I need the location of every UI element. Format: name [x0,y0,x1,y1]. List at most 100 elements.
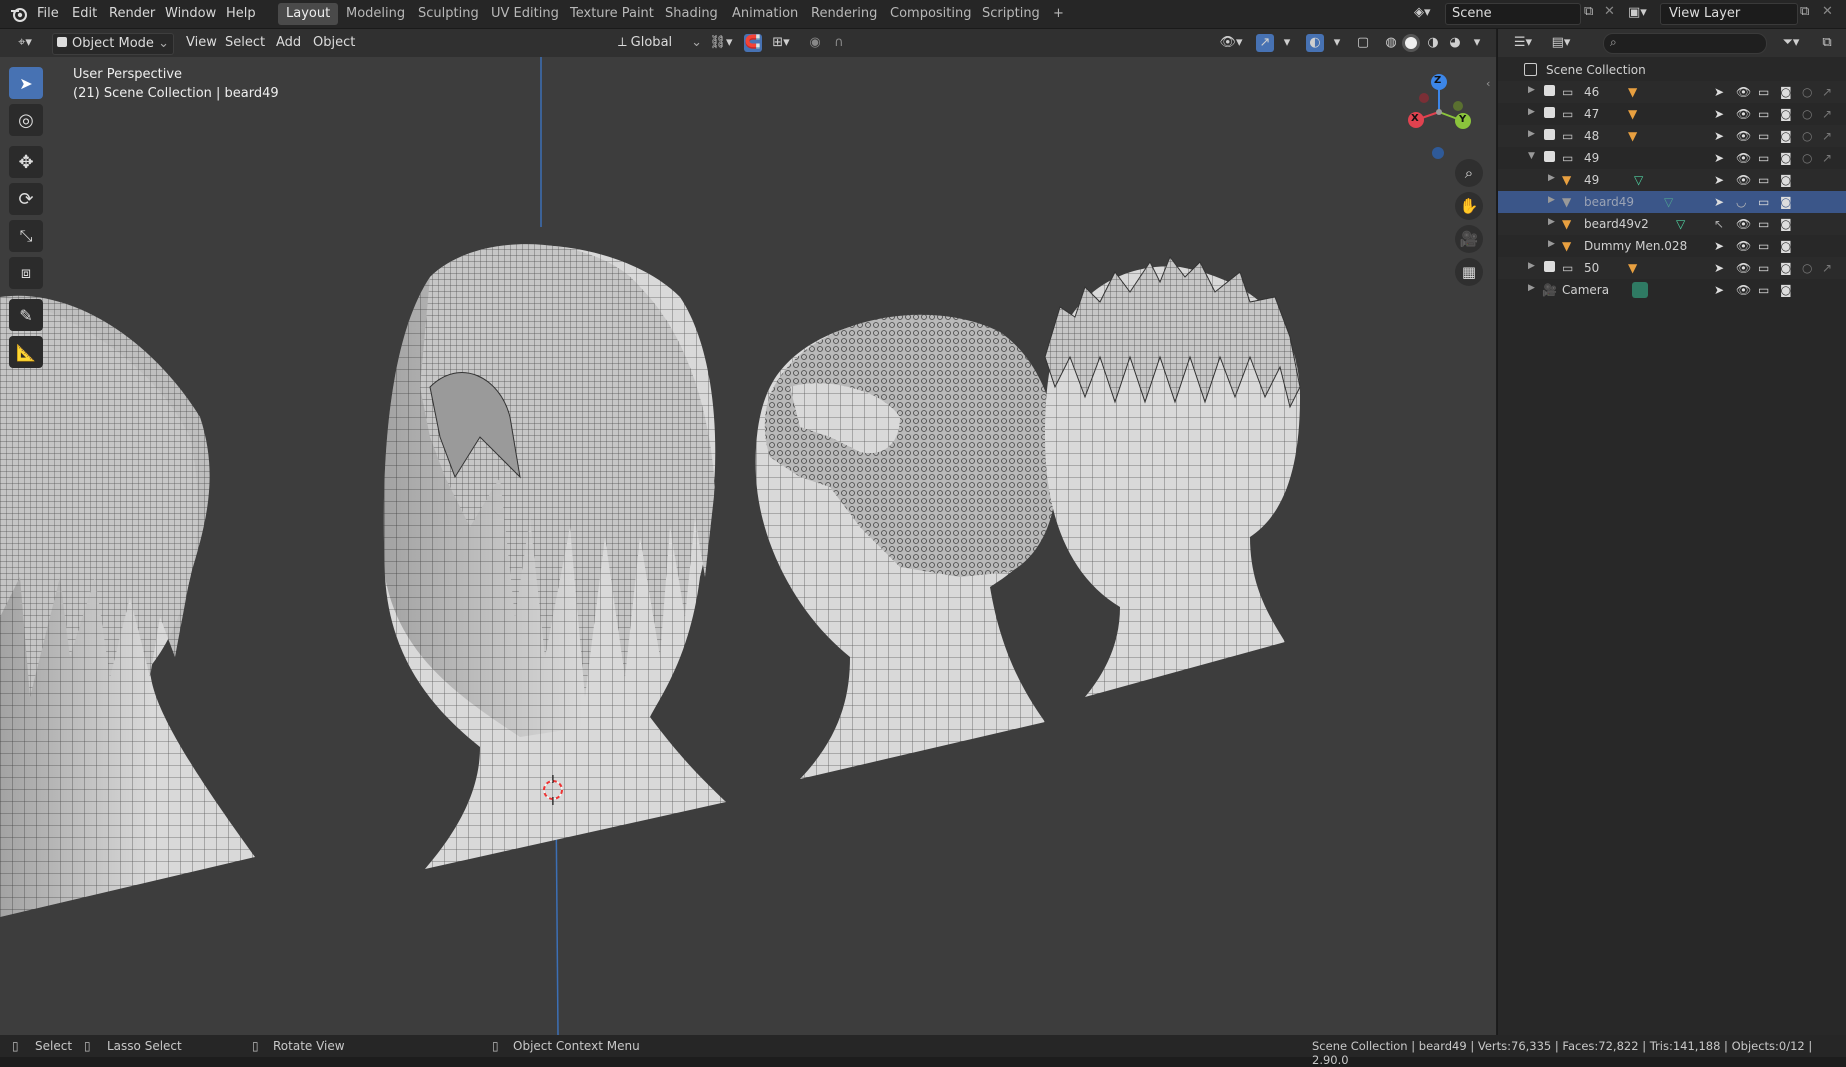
falloff-icon[interactable]: ∩ [830,34,848,52]
menu-view[interactable]: View [180,33,223,53]
pivot-point-icon[interactable]: ⛓▾ [706,34,736,52]
checkbox-icon[interactable] [1544,151,1555,162]
tool-measure[interactable]: 📐 [9,336,43,368]
shading-wireframe-icon[interactable]: ◍ [1382,34,1400,52]
camera-view-icon[interactable]: 🎥 [1455,225,1483,253]
tab-rendering[interactable]: Rendering [803,3,885,25]
checkbox-icon[interactable] [1544,261,1555,272]
render-toggle-icon[interactable]: ◙ [1780,173,1792,187]
tool-move[interactable]: ✥ [9,146,43,178]
overlays-toggle-icon[interactable]: ◐ [1306,34,1324,52]
outliner-row-beard49v2[interactable]: ▶ ▼ beard49v2 ▽ ↖ 👁 ▭ ◙ [1498,213,1846,235]
editor-type-icon[interactable]: ⌖▾ [10,34,40,52]
expand-arrow-icon[interactable]: ▶ [1548,195,1555,205]
scene-type-icon[interactable]: ◈▾ [1414,5,1440,23]
selectable-icon[interactable]: ➤ [1714,85,1724,99]
eye-icon[interactable]: 👁 [1736,239,1751,253]
tab-uv-editing[interactable]: UV Editing [483,3,567,25]
tool-transform[interactable]: ⧈ [9,257,43,289]
gizmo-toggle-icon[interactable]: ↗ [1256,34,1274,52]
tab-layout[interactable]: Layout [278,3,339,25]
menu-edit[interactable]: Edit [72,6,97,21]
menu-window[interactable]: Window [165,6,216,21]
visibility-filter-icon[interactable]: 👁▾ [1216,34,1246,52]
tool-annotate[interactable]: ✎ [9,299,43,331]
eye-closed-icon[interactable]: ◡ [1736,195,1746,209]
overlays-dropdown-icon[interactable]: ▾ [1328,34,1346,52]
expand-arrow-icon[interactable]: ▶ [1548,239,1555,249]
pan-hand-icon[interactable]: ✋ [1455,192,1483,220]
checkbox-icon[interactable] [1544,129,1555,140]
holdout-icon[interactable]: ○ [1802,261,1812,275]
blender-logo-icon[interactable] [10,5,28,23]
expand-arrow-icon[interactable]: ▶ [1528,129,1535,139]
eye-icon[interactable]: 👁 [1736,261,1751,275]
mode-dropdown[interactable]: Object Mode ⌄ [52,33,174,55]
eye-icon[interactable]: 👁 [1736,107,1751,121]
selectable-icon[interactable]: ➤ [1714,129,1724,143]
filter-icon[interactable]: ⏷▾ [1776,34,1806,52]
render-toggle-icon[interactable]: ◙ [1780,107,1792,121]
shading-dropdown-icon[interactable]: ▾ [1468,34,1486,52]
tab-texture-paint[interactable]: Texture Paint [562,3,662,25]
render-toggle-icon[interactable]: ◙ [1780,261,1792,275]
head-model-2[interactable] [383,244,726,870]
head-model-4[interactable] [1044,255,1301,697]
tab-compositing[interactable]: Compositing [882,3,980,25]
selectable-icon[interactable]: ↖ [1714,217,1724,231]
render-toggle-icon[interactable]: ◙ [1780,85,1792,99]
outliner-row-47[interactable]: ▶ ▭ 47 ▼ ➤ 👁 ▭ ◙ ○ ↗ [1498,103,1846,125]
outliner-row-46[interactable]: ▶ ▭ 46 ▼ ➤ 👁 ▭ ◙ ○ ↗ [1498,81,1846,103]
viewport-toggle-icon[interactable]: ▭ [1758,283,1769,297]
checkbox-icon[interactable] [1544,85,1555,96]
render-toggle-icon[interactable]: ◙ [1780,151,1792,165]
viewport-toggle-icon[interactable]: ▭ [1758,261,1769,275]
selectable-icon[interactable]: ➤ [1714,151,1724,165]
sidebar-toggle-icon[interactable]: ‹ [1486,77,1490,90]
render-toggle-icon[interactable]: ◙ [1780,239,1792,253]
expand-arrow-icon[interactable]: ▶ [1528,283,1535,293]
tab-shading[interactable]: Shading [657,3,726,25]
menu-file[interactable]: File [37,6,59,21]
gizmo-dropdown-icon[interactable]: ▾ [1278,34,1296,52]
tool-rotate[interactable]: ⟳ [9,183,43,215]
expand-arrow-icon[interactable]: ▶ [1548,173,1555,183]
3d-viewport[interactable]: User Perspective (21) Scene Collection |… [0,57,1496,1035]
selectable-icon[interactable]: ➤ [1714,195,1724,209]
selectable-icon[interactable]: ➤ [1714,283,1724,297]
indirect-only-icon[interactable]: ↗ [1822,129,1832,143]
menu-help[interactable]: Help [226,6,256,21]
outliner-row-49-mesh[interactable]: ▶ ▼ 49 ▽ ➤ 👁 ▭ ◙ [1498,169,1846,191]
viewport-toggle-icon[interactable]: ▭ [1758,129,1769,143]
head-model-1[interactable] [0,295,255,917]
holdout-icon[interactable]: ○ [1802,129,1812,143]
outliner-row-49[interactable]: ▼ ▭ 49 ➤ 👁 ▭ ◙ ○ ↗ [1498,147,1846,169]
eye-icon[interactable]: 👁 [1736,129,1751,143]
tab-modeling[interactable]: Modeling [338,3,413,25]
indirect-only-icon[interactable]: ↗ [1822,85,1832,99]
eye-icon[interactable]: 👁 [1736,85,1751,99]
viewport-toggle-icon[interactable]: ▭ [1758,173,1769,187]
render-toggle-icon[interactable]: ◙ [1780,217,1792,231]
view-layer-selector[interactable]: View Layer [1660,3,1798,25]
tab-scripting[interactable]: Scripting [974,3,1048,25]
eye-icon[interactable]: 👁 [1736,151,1751,165]
indirect-only-icon[interactable]: ↗ [1822,107,1832,121]
new-view-layer-icon[interactable]: ⧉ [1800,4,1809,19]
menu-render[interactable]: Render [109,6,155,21]
delete-view-layer-icon[interactable]: ✕ [1822,4,1833,19]
ortho-grid-icon[interactable]: ▦ [1455,258,1483,286]
delete-scene-icon[interactable]: ✕ [1604,4,1615,19]
outliner-editor-type-icon[interactable]: ☰▾ [1508,34,1538,52]
view-layer-type-icon[interactable]: ▣▾ [1628,5,1647,20]
holdout-icon[interactable]: ○ [1802,151,1812,165]
viewport-toggle-icon[interactable]: ▭ [1758,85,1769,99]
viewport-toggle-icon[interactable]: ▭ [1758,217,1769,231]
outliner-row-beard49[interactable]: ▶ ▼ beard49 ▽ ➤ ◡ ▭ ◙ [1498,191,1846,213]
eye-icon[interactable]: 👁 [1736,283,1751,297]
tool-scale[interactable]: ⤡ [9,220,43,252]
holdout-icon[interactable]: ○ [1802,85,1812,99]
viewport-toggle-icon[interactable]: ▭ [1758,195,1769,209]
indirect-only-icon[interactable]: ↗ [1822,261,1832,275]
viewport-toggle-icon[interactable]: ▭ [1758,239,1769,253]
